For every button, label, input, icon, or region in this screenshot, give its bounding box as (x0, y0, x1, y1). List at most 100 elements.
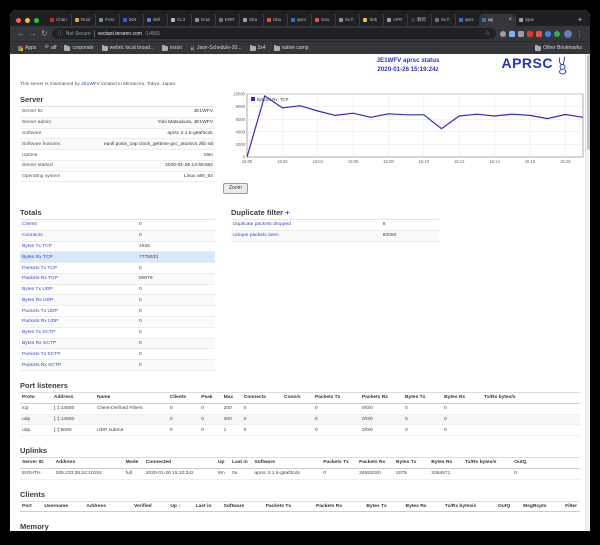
browser-tab[interactable]: aprs (287, 14, 311, 26)
browser-tab[interactable]: Chan (47, 14, 71, 26)
extension-icon[interactable] (554, 31, 560, 37)
browser-tab[interactable]: dell (143, 14, 167, 26)
bookmark-item[interactable]: ⊕aff (44, 45, 56, 51)
browser-tab[interactable]: Ubu (263, 14, 287, 26)
browser-tab[interactable]: Rout (71, 14, 95, 26)
column-header: Tx/Rx bytes/s (463, 458, 512, 469)
cell[interactable]: Bytes Rx UDP (20, 295, 137, 306)
browser-tab[interactable]: Goo (311, 14, 335, 26)
column-header: Username (42, 501, 84, 512)
cell[interactable]: Bytes Rx TCP (20, 252, 137, 263)
status-timestamp: 2020-01-26 15:19:24z (320, 66, 496, 75)
cell[interactable]: Connects (20, 230, 137, 241)
maintained-callsign-link[interactable]: JE1WFV (81, 82, 100, 87)
extension-icon[interactable] (536, 31, 542, 37)
cell: aprsc 2.1.5-g8af3cdc (102, 128, 215, 139)
cell[interactable]: Unique packets seen (231, 230, 381, 241)
browser-tab[interactable]: ERR (215, 14, 239, 26)
svg-text:8000: 8000 (236, 104, 246, 109)
bookmark-item[interactable]: corporate (64, 45, 93, 51)
cell[interactable]: Bytes Tx SCTP (20, 327, 137, 338)
extension-icon[interactable] (500, 31, 506, 37)
scrollbar-thumb[interactable] (587, 55, 590, 150)
tab-close-icon[interactable]: × (508, 17, 512, 23)
column-header: Up ↕ (168, 501, 193, 512)
browser-tab[interactable]: 'deb (359, 14, 383, 26)
cell[interactable]: Packets Tx UDP (20, 306, 137, 317)
column-header: Address (84, 501, 132, 512)
extension-icon[interactable] (545, 31, 551, 37)
cell[interactable]: Packets Tx SCTP (20, 349, 137, 360)
cell[interactable]: Packets Rx SCTP (20, 360, 137, 371)
chart-zoom-button[interactable]: Zoom (223, 183, 248, 194)
column-header: Address (54, 458, 124, 469)
tab-favicon (339, 18, 343, 22)
minimize-window-button[interactable] (25, 18, 30, 23)
browser-tab[interactable]: Dow (191, 14, 215, 26)
bookmark-item[interactable]: native camp (274, 45, 309, 51)
reload-icon[interactable]: ↻ (41, 30, 48, 38)
cell[interactable]: 205.233.35.52:10152 (54, 468, 124, 479)
cell[interactable]: Bytes Tx UDP (20, 284, 137, 295)
fullscreen-window-button[interactable] (34, 18, 39, 23)
cell[interactable]: Bytes Tx TCP (20, 241, 137, 252)
bookmark-star-icon[interactable]: ☆ (485, 30, 490, 37)
cell: 200 (222, 414, 242, 425)
browser-tab[interactable]: 静岡 (407, 14, 431, 26)
browser-tab[interactable]: Spei (515, 14, 539, 26)
address-bar[interactable]: ⓘ Not Secure vectant.teraren.com :14501 … (52, 28, 496, 39)
cell (482, 425, 580, 436)
tab-title: Spei (525, 17, 534, 22)
back-icon[interactable]: ← (17, 30, 25, 38)
cell: tcp (20, 403, 52, 414)
extension-icon[interactable] (518, 31, 524, 37)
table-row: Bytes Rx UDP0 (20, 295, 215, 306)
new-tab-button[interactable]: + (574, 14, 586, 26)
forward-icon[interactable]: → (29, 30, 37, 38)
bookmark-item[interactable]: KJawr-Schedule-20... (190, 45, 241, 51)
browser-tab[interactable]: he.fi (335, 14, 359, 26)
cell[interactable]: Bytes Rx SCTP (20, 338, 137, 349)
menu-icon[interactable]: ⋮ (576, 30, 583, 38)
bookmark-item[interactable]: inxori (162, 45, 182, 51)
column-header: Bytes Rx (442, 392, 482, 403)
extension-icon[interactable] (527, 31, 533, 37)
browser-tab[interactable]: aprs (455, 14, 479, 26)
cell: 0s (230, 468, 252, 479)
column-header: Mode (124, 458, 144, 469)
table-row: Unique packets seen80060 (231, 230, 439, 241)
cell (282, 425, 313, 436)
cell[interactable]: Packets Rx TCP (20, 273, 137, 284)
other-bookmarks[interactable]: Other Bookmarks (535, 45, 582, 51)
bookmark-items: Apps ⊕aff corporate webric local broad... in… (18, 45, 317, 51)
extension-icon[interactable] (509, 31, 515, 37)
browser-tab[interactable]: 504 (119, 14, 143, 26)
maintained-suffix: located in Minato-ku, Tokyo, Japan. (101, 82, 176, 87)
bookmark-item[interactable]: 2x4 (250, 45, 266, 51)
browser-tab-active[interactable]: ap× (479, 14, 515, 26)
scrollbar[interactable] (585, 54, 590, 531)
cell (95, 414, 168, 425)
cell[interactable]: Packets Rx UDP (20, 317, 137, 328)
cell[interactable]: Clients (20, 220, 137, 231)
cell[interactable]: Duplicate packets dropped (231, 220, 381, 231)
column-header: Bytes Tx (403, 392, 442, 403)
traffic-chart[interactable]: 020004000600080001000015:0015:0215:0415:… (223, 91, 589, 171)
browser-tab[interactable]: he.fi (431, 14, 455, 26)
cell[interactable]: Packets Tx TCP (20, 263, 137, 274)
browser-tab[interactable]: Post (95, 14, 119, 26)
browser-tab[interactable]: APR (383, 14, 407, 26)
bookmark-item[interactable]: webric local broad... (102, 45, 154, 51)
column-header: Packets Rx (357, 458, 394, 469)
close-window-button[interactable] (16, 18, 21, 23)
cell: 2020-01-26 14:59:56z (102, 160, 215, 171)
browser-tab[interactable]: Stra (239, 14, 263, 26)
cell: 0/0/0 (360, 425, 403, 436)
info-icon[interactable]: ⓘ (58, 30, 63, 37)
bookmark-item[interactable]: Apps (18, 45, 36, 51)
cell[interactable]: 34893/3/0 (357, 468, 394, 479)
profile-avatar[interactable] (564, 30, 572, 38)
duplicate-filter-table: Duplicate packets dropped8Unique packets… (231, 219, 439, 242)
browser-tab[interactable]: CL3 (167, 14, 191, 26)
duplicate-filter-expand-link[interactable]: + (285, 208, 289, 217)
